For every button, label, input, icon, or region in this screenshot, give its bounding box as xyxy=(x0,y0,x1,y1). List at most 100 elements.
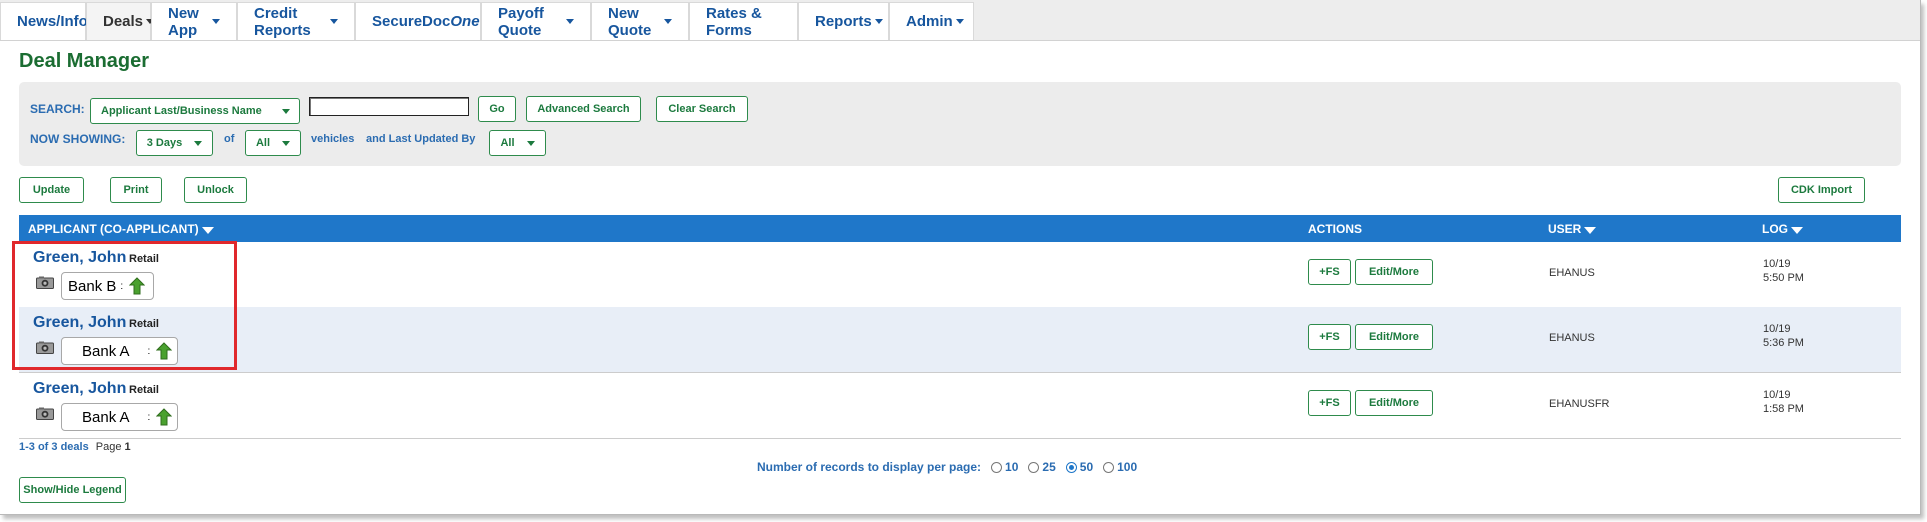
table-row: Green, John Retail Bank A: +FS Edit/More… xyxy=(19,373,1901,439)
up-arrow-icon xyxy=(156,408,173,426)
page-number: 1 xyxy=(124,441,131,453)
unlock-button[interactable]: Unlock xyxy=(184,177,247,203)
add-fs-button[interactable]: +FS xyxy=(1308,259,1351,285)
chevron-down-icon xyxy=(212,19,220,24)
chevron-down-icon xyxy=(664,19,672,24)
tab-label: New App xyxy=(168,4,199,39)
sort-down-icon xyxy=(1791,227,1803,234)
chevron-down-icon xyxy=(330,19,338,24)
page-label: Page xyxy=(95,441,122,453)
search-label: SEARCH: xyxy=(30,102,85,116)
sort-down-icon xyxy=(1584,227,1597,234)
rpp-option-label: 25 xyxy=(1042,460,1056,474)
bank-decision[interactable]: Bank A: xyxy=(61,403,178,431)
rpp-radio-100[interactable] xyxy=(1103,461,1115,473)
rpp-radio-10[interactable] xyxy=(991,461,1003,473)
edit-more-button[interactable]: Edit/More xyxy=(1355,259,1433,285)
rpp-option-label: 100 xyxy=(1117,460,1138,474)
updated-by-select[interactable]: All xyxy=(489,130,546,156)
col-log[interactable]: LOG xyxy=(1762,222,1803,236)
tab-label: SecureDoc xyxy=(372,13,451,30)
tab-label: Reports xyxy=(815,13,872,30)
period-select[interactable]: 3 Days xyxy=(136,130,213,156)
deals-table-header: APPLICANT (CO-APPLICANT) ACTIONS USER LO… xyxy=(19,215,1901,242)
col-actions: ACTIONS xyxy=(1308,222,1362,236)
applicant-name-link[interactable]: Green, John xyxy=(33,380,126,398)
sort-down-icon xyxy=(201,227,214,234)
edit-more-button[interactable]: Edit/More xyxy=(1355,390,1433,416)
log-time: 1:58 PM xyxy=(1763,403,1804,415)
search-input[interactable] xyxy=(309,97,469,116)
col-applicant[interactable]: APPLICANT (CO-APPLICANT) xyxy=(28,222,214,236)
column-label: APPLICANT (CO-APPLICANT) xyxy=(28,222,199,236)
select-value: 3 Days xyxy=(146,137,183,149)
chevron-down-icon xyxy=(955,19,964,24)
print-button[interactable]: Print xyxy=(110,177,162,203)
tab-credit-reports[interactable]: Credit Reports xyxy=(237,2,355,40)
chevron-down-icon xyxy=(566,19,574,24)
bank-name: Bank A xyxy=(82,408,130,426)
of-label: of xyxy=(224,133,235,145)
advanced-search-button[interactable]: Advanced Search xyxy=(526,96,641,122)
log-time: 5:36 PM xyxy=(1763,337,1804,349)
log-value: 10/19 1:58 PM xyxy=(1763,388,1804,416)
user-value: EHANUSFR xyxy=(1549,398,1610,410)
vehicles-select[interactable]: All xyxy=(245,130,301,156)
separator: : xyxy=(147,411,151,423)
show-hide-legend-button[interactable]: Show/Hide Legend xyxy=(19,477,126,503)
deal-manager-window: News/Info Deals New App Credit Reports S… xyxy=(0,0,1921,515)
tab-news-info[interactable]: News/Info xyxy=(0,2,88,40)
tab-reports[interactable]: Reports xyxy=(798,2,889,40)
top-nav: News/Info Deals New App Credit Reports S… xyxy=(0,0,1920,41)
rpp-radio-50[interactable] xyxy=(1065,461,1077,473)
tab-new-app[interactable]: New App xyxy=(151,2,237,40)
tab-label: Payoff Quote xyxy=(498,4,544,39)
tab-label: Deals xyxy=(103,13,144,30)
vehicles-label: vehicles xyxy=(311,133,355,145)
tab-label: Admin xyxy=(906,13,953,30)
deal-type: Retail xyxy=(129,384,159,396)
clear-search-button[interactable]: Clear Search xyxy=(656,96,748,122)
log-date: 10/19 xyxy=(1763,389,1791,401)
chevron-down-icon xyxy=(194,140,203,146)
log-value: 10/19 5:50 PM xyxy=(1763,257,1804,285)
rpp-radio-25[interactable] xyxy=(1028,461,1040,473)
rpp-option-label: 10 xyxy=(1005,460,1019,474)
tab-securedoc-one[interactable]: SecureDoc One xyxy=(355,2,491,40)
highlight-box xyxy=(12,241,237,370)
log-time: 5:50 PM xyxy=(1763,272,1804,284)
updated-by-label: and Last Updated By xyxy=(366,133,476,145)
tab-payoff-quote[interactable]: Payoff Quote xyxy=(481,2,591,40)
tab-label: New Quote xyxy=(608,4,652,39)
count-text: 1-3 of 3 deals xyxy=(19,441,89,453)
select-value: All xyxy=(500,137,515,149)
add-fs-button[interactable]: +FS xyxy=(1308,324,1351,350)
chevron-down-icon xyxy=(281,108,290,114)
cdk-import-button[interactable]: CDK Import xyxy=(1778,177,1865,203)
chevron-down-icon xyxy=(874,19,883,24)
user-value: EHANUS xyxy=(1549,267,1595,279)
col-user[interactable]: USER xyxy=(1548,222,1597,236)
search-field-select[interactable]: Applicant Last/Business Name xyxy=(90,98,300,124)
tab-rates-forms[interactable]: Rates & Forms xyxy=(689,2,798,40)
go-button[interactable]: Go xyxy=(478,96,516,122)
tab-label: News/Info xyxy=(17,13,88,30)
chevron-down-icon xyxy=(526,140,535,146)
deal-count: 1-3 of 3 deals Page 1 xyxy=(19,441,131,453)
page-title: Deal Manager xyxy=(19,50,150,72)
tab-admin[interactable]: Admin xyxy=(889,2,974,40)
edit-more-button[interactable]: Edit/More xyxy=(1355,324,1433,350)
camera-icon[interactable] xyxy=(36,407,54,420)
log-value: 10/19 5:36 PM xyxy=(1763,322,1804,350)
update-button[interactable]: Update xyxy=(19,177,84,203)
search-panel: SEARCH: Applicant Last/Business Name Go … xyxy=(19,82,1901,166)
now-showing-label: NOW SHOWING: xyxy=(30,132,126,146)
column-label: USER xyxy=(1548,222,1582,236)
add-fs-button[interactable]: +FS xyxy=(1308,390,1351,416)
tab-new-quote[interactable]: New Quote xyxy=(591,2,689,40)
tab-label-italic: One xyxy=(450,13,480,30)
rpp-option-label: 50 xyxy=(1079,460,1094,474)
tab-label: Credit Reports xyxy=(254,4,311,39)
records-per-page: Number of records to display per page: 1… xyxy=(757,460,1137,474)
tab-deals[interactable]: Deals xyxy=(86,2,155,40)
